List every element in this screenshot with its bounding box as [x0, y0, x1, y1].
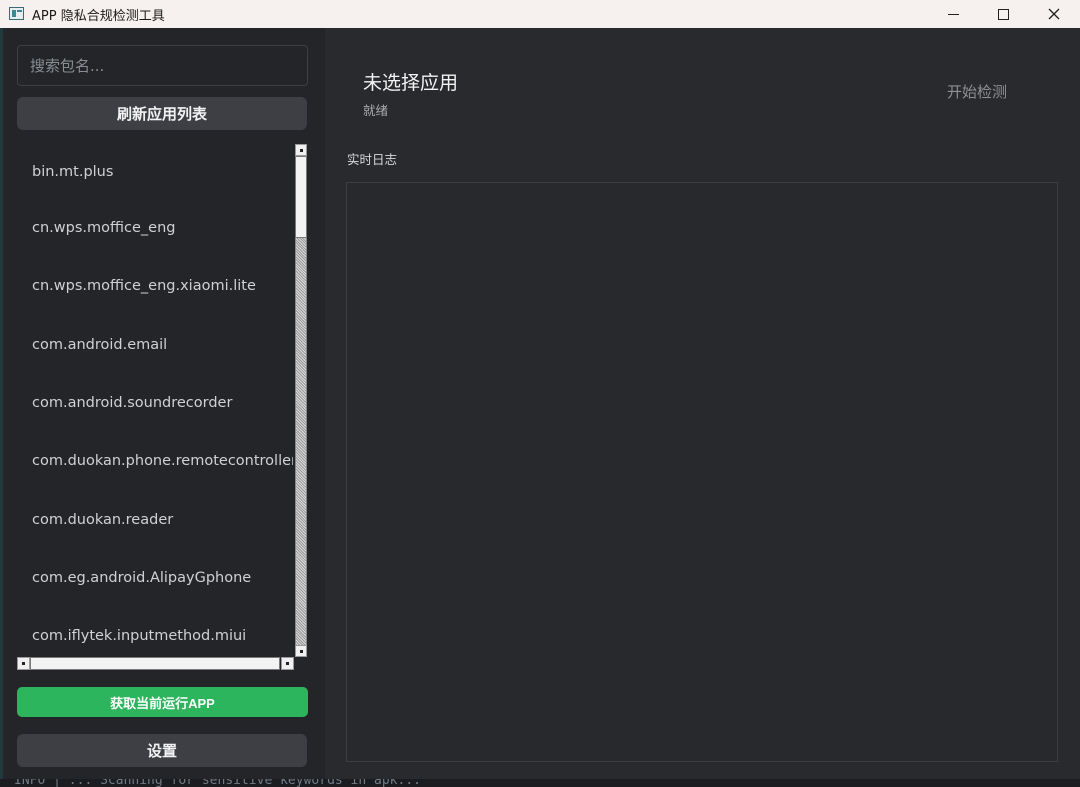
package-list-item[interactable]: com.duokan.phone.remotecontroller [17, 432, 293, 490]
package-list-item[interactable]: cn.wps.moffice_eng.xiaomi.lite [17, 257, 293, 315]
package-search-input[interactable] [17, 45, 308, 86]
package-list-horizontal-scrollbar[interactable] [17, 657, 294, 670]
close-icon [1048, 8, 1060, 20]
scroll-down-arrow-icon[interactable] [295, 645, 307, 657]
main-panel: 未选择应用 就绪 开始检测 实时日志 [325, 28, 1080, 787]
sidebar-edge [0, 28, 3, 787]
minimize-button[interactable] [928, 0, 978, 28]
package-list-item[interactable]: cn.wps.moffice_eng [17, 199, 293, 257]
status-text: 就绪 [363, 103, 389, 118]
background-terminal-strip: INFO | ... Scanning for sensitive keywor… [0, 779, 1080, 787]
package-list-item[interactable]: bin.mt.plus [17, 144, 293, 199]
maximize-button[interactable] [978, 0, 1028, 28]
package-list-item[interactable]: com.iflytek.inputmethod.miui [17, 607, 293, 656]
realtime-log-area[interactable] [346, 182, 1058, 762]
sidebar: 刷新应用列表 bin.mt.plus cn.wps.moffice_eng cn… [0, 28, 325, 787]
settings-button[interactable]: 设置 [17, 734, 307, 767]
selected-app-title: 未选择应用 [363, 72, 459, 94]
minimize-icon [947, 13, 959, 15]
refresh-app-list-button[interactable]: 刷新应用列表 [17, 97, 307, 130]
scroll-left-arrow-icon[interactable] [17, 657, 30, 670]
scrollbar-corner [295, 657, 307, 670]
scroll-right-arrow-icon[interactable] [281, 657, 294, 670]
app-window: APP 隐私合规检测工具 刷新应用列表 bin.mt.plus cn.wps.m… [0, 0, 1080, 787]
start-detection-button[interactable]: 开始检测 [935, 78, 1019, 104]
package-list-item[interactable]: com.android.email [17, 316, 293, 374]
package-list-item[interactable]: com.android.soundrecorder [17, 374, 293, 432]
scrollbar-thumb[interactable] [30, 657, 280, 670]
package-list-item[interactable]: com.duokan.reader [17, 490, 293, 548]
app-window-icon [9, 7, 24, 20]
background-terminal-text: INFO | ... Scanning for sensitive keywor… [14, 779, 421, 787]
get-running-app-button[interactable]: 获取当前运行APP [17, 687, 308, 717]
maximize-icon [997, 8, 1009, 20]
window-title: APP 隐私合规检测工具 [32, 9, 165, 24]
title-bar[interactable]: APP 隐私合规检测工具 [0, 0, 1080, 28]
package-list-item[interactable]: com.eg.android.AlipayGphone [17, 549, 293, 607]
package-list-vertical-scrollbar[interactable] [295, 144, 307, 657]
close-button[interactable] [1029, 0, 1079, 28]
scrollbar-thumb[interactable] [295, 156, 307, 238]
scroll-up-arrow-icon[interactable] [295, 144, 307, 156]
log-label: 实时日志 [347, 152, 398, 167]
package-list[interactable]: bin.mt.plus cn.wps.moffice_eng cn.wps.mo… [17, 144, 293, 656]
